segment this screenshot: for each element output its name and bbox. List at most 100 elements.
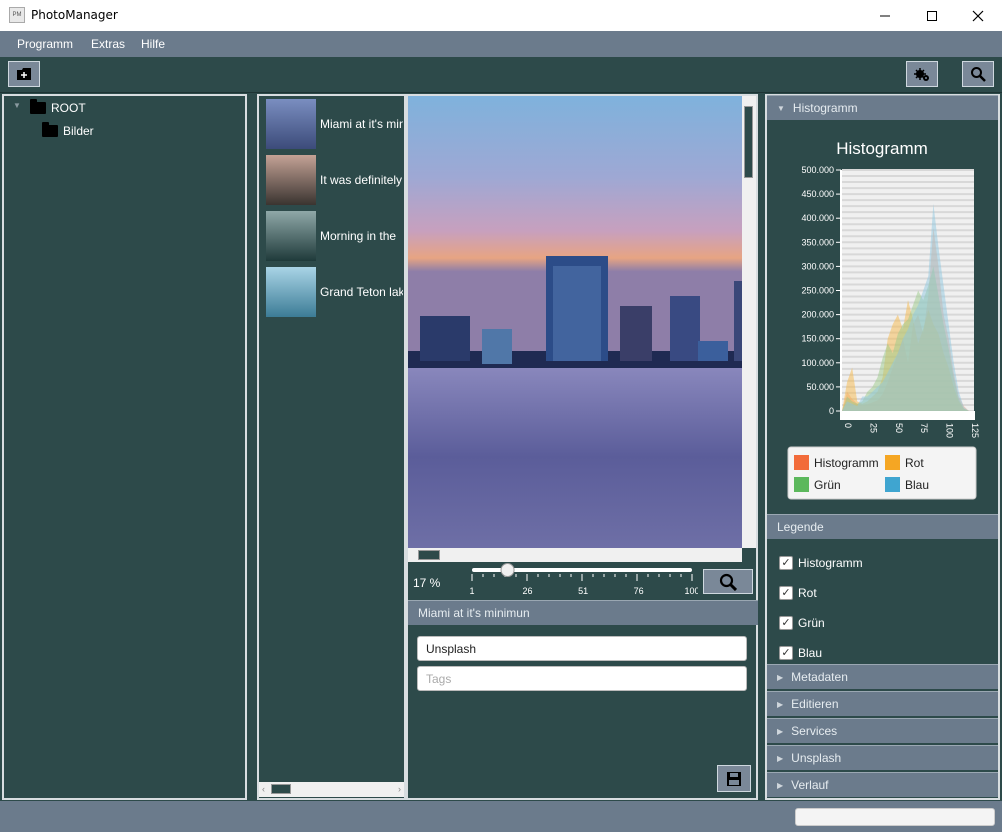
legend-swatch (794, 455, 809, 470)
toolbar (0, 57, 1002, 93)
photo-label: Miami at it's minimun (320, 117, 403, 131)
y-tick-label: 200.000 (801, 310, 834, 320)
histogram-header-label: Histogramm (792, 101, 858, 115)
editieren-label: Editieren (791, 697, 839, 711)
zoom-label: 17 % (413, 576, 441, 590)
viewer-vertical-scrollbar[interactable] (742, 96, 756, 548)
zoom-button[interactable] (703, 569, 753, 594)
tags-field[interactable]: Tags (417, 666, 747, 691)
settings-button[interactable] (906, 61, 938, 87)
tree-item-root-label: ROOT (51, 101, 86, 115)
maximize-icon (927, 10, 937, 21)
source-field[interactable]: Unsplash (417, 636, 747, 661)
slider-thumb[interactable] (500, 563, 515, 577)
tree-item-bilder-label: Bilder (63, 124, 94, 138)
check-histogram-label: Histogramm (798, 556, 863, 570)
check-blau-label: Blau (798, 646, 823, 660)
minimize-button[interactable] (862, 0, 908, 31)
scroll-left-icon[interactable]: ‹ (262, 784, 265, 794)
folder-tree-panel (2, 94, 247, 800)
y-tick-label: 300.000 (801, 261, 834, 271)
tree-item-root[interactable]: ROOT (30, 99, 86, 115)
x-tick-label: 25 (868, 423, 878, 433)
services-label: Services (791, 724, 838, 738)
status-bar (0, 801, 1002, 832)
expand-arrow-icon: ▶ (777, 753, 784, 763)
y-tick-label: 500.000 (801, 165, 834, 175)
maximize-button[interactable] (909, 0, 955, 31)
x-tick-label: 125 (970, 423, 980, 438)
check-rot-label: Rot (798, 586, 817, 600)
tree-item-bilder[interactable]: Bilder (42, 122, 94, 138)
progress-bar (795, 808, 995, 826)
menu-programm[interactable]: Programm (17, 37, 73, 51)
unsplash-label: Unsplash (791, 751, 842, 765)
photo-thumbnail (266, 211, 316, 261)
folder-icon (30, 99, 46, 114)
expand-arrow-icon: ▶ (777, 699, 784, 709)
legend-label: Blau (905, 478, 929, 492)
legend-swatch (885, 455, 900, 470)
window-title: PhotoManager (31, 8, 118, 22)
photo-thumbnail (266, 267, 316, 317)
photo-list-item[interactable]: It was definitely (266, 155, 403, 205)
menu-extras[interactable]: Extras (91, 37, 125, 51)
magnifier-icon (719, 573, 737, 591)
close-icon (972, 10, 984, 21)
metadaten-header[interactable]: ▶ Metadaten (767, 664, 998, 689)
menu-hilfe[interactable]: Hilfe (141, 37, 165, 51)
histogram-header[interactable]: ▼ Histogramm (767, 95, 998, 120)
scrollbar-thumb[interactable] (744, 106, 753, 178)
y-tick-label: 450.000 (801, 189, 834, 199)
check-rot[interactable]: ✓ (779, 586, 793, 600)
expand-arrow-icon: ▶ (777, 726, 784, 736)
editieren-header[interactable]: ▶ Editieren (767, 691, 998, 716)
photo-list-item[interactable]: Miami at it's minimun (266, 99, 403, 149)
y-tick-label: 250.000 (801, 286, 834, 296)
add-folder-icon (17, 68, 31, 80)
collapse-arrow-icon: ▼ (777, 103, 785, 113)
y-tick-label: 50.000 (806, 382, 834, 392)
photo-thumbnail (266, 155, 316, 205)
photo-list-item[interactable]: Grand Teton lake (266, 267, 403, 317)
check-gruen-label: Grün (798, 616, 825, 630)
expand-arrow-icon[interactable]: ▼ (13, 101, 21, 110)
scroll-right-icon[interactable]: › (398, 784, 401, 794)
x-axis (841, 411, 975, 420)
photo-label: It was definitely (320, 173, 403, 187)
thumbnail-horizontal-scrollbar[interactable]: ‹ › (259, 782, 404, 797)
scrollbar-thumb[interactable] (418, 550, 440, 560)
scrollbar-thumb[interactable] (271, 784, 291, 794)
add-folder-button[interactable] (8, 61, 40, 87)
photo-preview (408, 96, 742, 548)
slider-tick-label: 100 (684, 586, 698, 596)
x-tick-label: 50 (894, 423, 904, 433)
services-header[interactable]: ▶ Services (767, 718, 998, 743)
photo-label: Grand Teton lake (320, 285, 403, 299)
search-icon (971, 67, 986, 82)
slider-tick-label: 26 (523, 586, 533, 596)
y-tick-label: 400.000 (801, 213, 834, 223)
folder-icon (42, 122, 58, 137)
y-tick-label: 100.000 (801, 358, 834, 368)
photo-list-item[interactable]: Morning in the (266, 211, 403, 261)
check-histogram[interactable]: ✓ (779, 556, 793, 570)
legend-label: Histogramm (814, 456, 879, 470)
close-button[interactable] (955, 0, 1001, 31)
legend-header[interactable]: Legende (767, 514, 998, 539)
unsplash-header[interactable]: ▶ Unsplash (767, 745, 998, 770)
zoom-slider[interactable]: 1 26 51 76 100 (466, 562, 698, 598)
photo-label: Morning in the (320, 229, 397, 243)
check-blau[interactable]: ✓ (779, 646, 793, 660)
save-icon (727, 771, 741, 786)
viewer-horizontal-scrollbar[interactable] (408, 548, 742, 562)
x-tick-label: 100 (945, 423, 955, 438)
slider-tick-label: 51 (578, 586, 588, 596)
check-gruen[interactable]: ✓ (779, 616, 793, 630)
save-button[interactable] (717, 765, 751, 792)
legend-label: Rot (905, 456, 924, 470)
search-button[interactable] (962, 61, 994, 87)
x-tick-label: 75 (919, 423, 929, 433)
verlauf-header[interactable]: ▶ Verlauf (767, 772, 998, 797)
slider-tick-label: 1 (469, 586, 474, 596)
